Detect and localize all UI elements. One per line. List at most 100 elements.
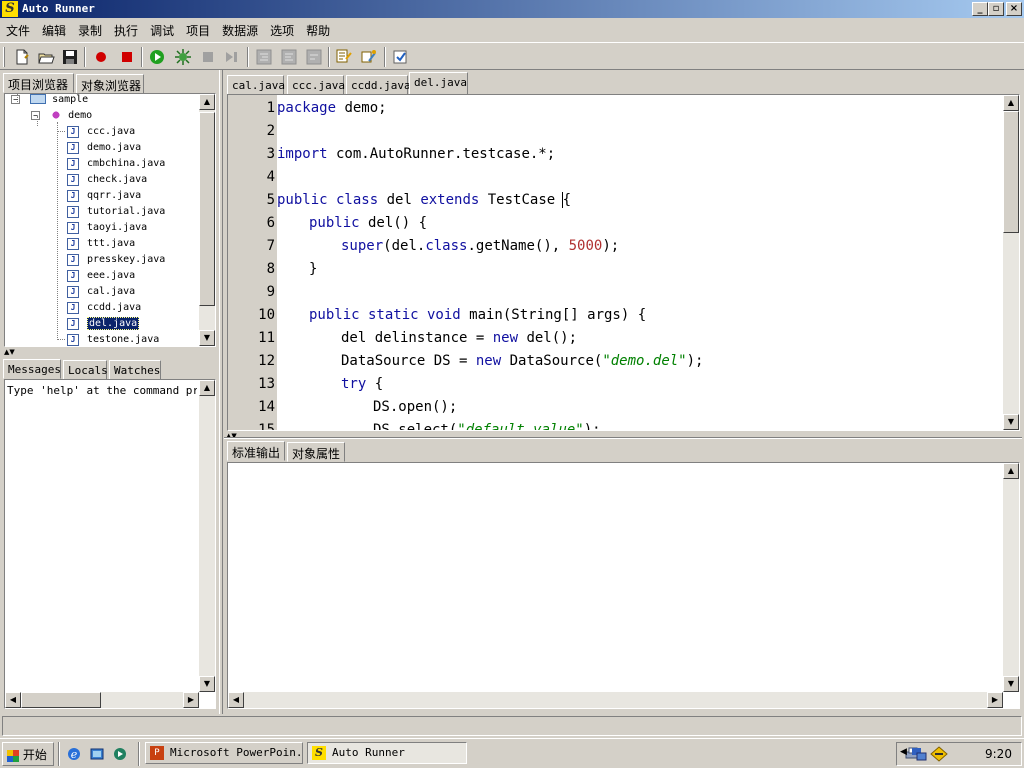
tree-file[interactable]: Jeee.java — [67, 269, 135, 283]
menu-options[interactable]: 选项 — [264, 19, 300, 42]
internet-explorer-icon[interactable]: e — [66, 746, 82, 762]
scroll-thumb[interactable] — [21, 692, 101, 708]
menu-project[interactable]: 项目 — [180, 19, 216, 42]
menu-edit[interactable]: 编辑 — [36, 19, 72, 42]
scroll-right-icon[interactable]: ▶ — [183, 692, 199, 708]
tray-expand-icon[interactable]: ◀ — [900, 747, 907, 757]
task-powerpoint[interactable]: P Microsoft PowerPoin... — [145, 742, 303, 764]
scroll-up-icon[interactable]: ▲ — [1003, 463, 1019, 479]
tree-file[interactable]: Jcal.java — [67, 285, 135, 299]
line-number: 6 — [266, 215, 275, 231]
tab-messages[interactable]: Messages — [3, 359, 61, 379]
tree-file[interactable]: Jdemo.java — [67, 141, 141, 155]
debug-icon[interactable] — [173, 47, 193, 67]
start-button[interactable]: 开始 — [2, 742, 54, 766]
tree-file[interactable]: Jttt.java — [67, 237, 135, 251]
menu-file[interactable]: 文件 — [0, 19, 36, 42]
scroll-up-icon[interactable]: ▲ — [1003, 95, 1019, 111]
show-desktop-icon[interactable] — [89, 746, 105, 762]
tab-project-browser[interactable]: 项目浏览器 — [3, 73, 74, 93]
scroll-up-icon[interactable]: ▲ — [199, 94, 215, 110]
tree-file[interactable]: Jqqrr.java — [67, 189, 141, 203]
tab-standard-output[interactable]: 标准输出 — [227, 441, 285, 461]
stop-icon[interactable] — [198, 47, 218, 67]
task-auto-runner[interactable]: S Auto Runner — [307, 742, 467, 764]
open-folder-icon[interactable] — [36, 47, 56, 67]
tree-file[interactable]: Jtestone.java — [67, 333, 159, 347]
messages-text: Type 'help' at the command prompt — [7, 384, 197, 397]
minimize-button[interactable]: _ — [972, 2, 988, 16]
code-line: public del() { — [309, 215, 428, 231]
record-icon[interactable] — [91, 47, 111, 67]
code-line: del delinstance = new del(); — [341, 330, 578, 346]
collapse-icon[interactable]: − — [11, 95, 20, 104]
scroll-down-icon[interactable]: ▼ — [199, 330, 215, 346]
editor-vscrollbar[interactable]: ▲ ▼ — [1003, 95, 1019, 430]
tray-app-icon[interactable] — [930, 746, 948, 762]
save-icon[interactable] — [60, 47, 80, 67]
network-icon[interactable] — [911, 746, 927, 762]
vertical-splitter[interactable] — [219, 70, 223, 714]
tab-locals[interactable]: Locals — [63, 360, 108, 380]
object-picker-icon[interactable] — [359, 47, 379, 67]
scroll-thumb[interactable] — [199, 112, 215, 306]
scroll-down-icon[interactable]: ▼ — [1003, 676, 1019, 692]
tab-object-browser[interactable]: 对象浏览器 — [76, 74, 144, 94]
outdent-icon[interactable] — [279, 47, 299, 67]
tree-package[interactable]: − demo — [31, 109, 92, 123]
java-file-icon: J — [67, 158, 79, 170]
tree-file[interactable]: Jcheck.java — [67, 173, 147, 187]
menu-help[interactable]: 帮助 — [300, 19, 336, 42]
code-editor[interactable]: 1 2 3 4 5 6 7 8 9 10 11 12 13 14 15 pack… — [227, 94, 1020, 431]
tree-vscrollbar[interactable]: ▲ ▼ — [199, 94, 215, 346]
comment-icon[interactable] — [304, 47, 324, 67]
messages-vscrollbar[interactable]: ▲ ▼ — [199, 380, 215, 692]
tree-file[interactable]: Jccc.java — [67, 125, 135, 139]
stop-record-icon[interactable] — [117, 47, 137, 67]
run-icon[interactable] — [147, 47, 167, 67]
menu-datasource[interactable]: 数据源 — [216, 19, 264, 42]
tree-file[interactable]: Jtutorial.java — [67, 205, 165, 219]
splitter-arrows-icon[interactable]: ▲▼ — [4, 348, 15, 356]
scroll-right-icon[interactable]: ▶ — [987, 692, 1003, 708]
scroll-down-icon[interactable]: ▼ — [199, 676, 215, 692]
output-hscrollbar[interactable]: ◀ ▶ — [228, 692, 1003, 708]
collapse-icon[interactable]: − — [31, 111, 40, 120]
menu-record[interactable]: 录制 — [72, 19, 108, 42]
tab-ccdd-java[interactable]: ccdd.java — [346, 75, 411, 95]
indent-icon[interactable] — [254, 47, 274, 67]
media-player-icon[interactable] — [112, 746, 128, 762]
tab-del-java[interactable]: del.java — [409, 72, 468, 94]
output-vscrollbar[interactable]: ▲ ▼ — [1003, 463, 1019, 692]
maximize-button[interactable]: ▫ — [988, 2, 1004, 16]
scroll-up-icon[interactable]: ▲ — [199, 380, 215, 396]
close-button[interactable]: × — [1006, 2, 1022, 16]
scroll-down-icon[interactable]: ▼ — [1003, 414, 1019, 430]
checkpoint-icon[interactable] — [390, 47, 410, 67]
horizontal-splitter[interactable] — [224, 437, 1022, 439]
tab-object-properties[interactable]: 对象属性 — [287, 442, 345, 462]
svg-text:e: e — [71, 748, 78, 761]
tab-watches[interactable]: Watches — [109, 360, 161, 380]
new-file-icon[interactable] — [12, 47, 32, 67]
tab-cal-java[interactable]: cal.java — [227, 75, 285, 95]
tree-file[interactable]: Jcmbchina.java — [67, 157, 165, 171]
scroll-thumb[interactable] — [1003, 111, 1019, 233]
tree-file[interactable]: Jccdd.java — [67, 301, 141, 315]
tree-file-selected[interactable]: Jdel.java — [67, 317, 140, 331]
tree-file[interactable]: Jtaoyi.java — [67, 221, 147, 235]
menu-debug[interactable]: 调试 — [144, 19, 180, 42]
tree-file[interactable]: Jpresskey.java — [67, 253, 165, 267]
tab-ccc-java[interactable]: ccc.java — [287, 75, 345, 95]
tree-root[interactable]: − sample — [11, 93, 88, 107]
messages-hscrollbar[interactable]: ◀ ▶ — [5, 692, 199, 708]
scroll-left-icon[interactable]: ◀ — [5, 692, 21, 708]
auto-runner-icon: S — [312, 746, 326, 760]
scroll-left-icon[interactable]: ◀ — [228, 692, 244, 708]
menu-run[interactable]: 执行 — [108, 19, 144, 42]
messages-panel[interactable]: Type 'help' at the command prompt ▲ ▼ ◀ … — [4, 379, 216, 709]
output-panel[interactable]: ▲ ▼ ◀ ▶ — [227, 462, 1020, 709]
object-spy-icon[interactable] — [334, 47, 354, 67]
clock[interactable]: 9:20 — [985, 747, 1012, 761]
step-icon[interactable] — [222, 47, 242, 67]
